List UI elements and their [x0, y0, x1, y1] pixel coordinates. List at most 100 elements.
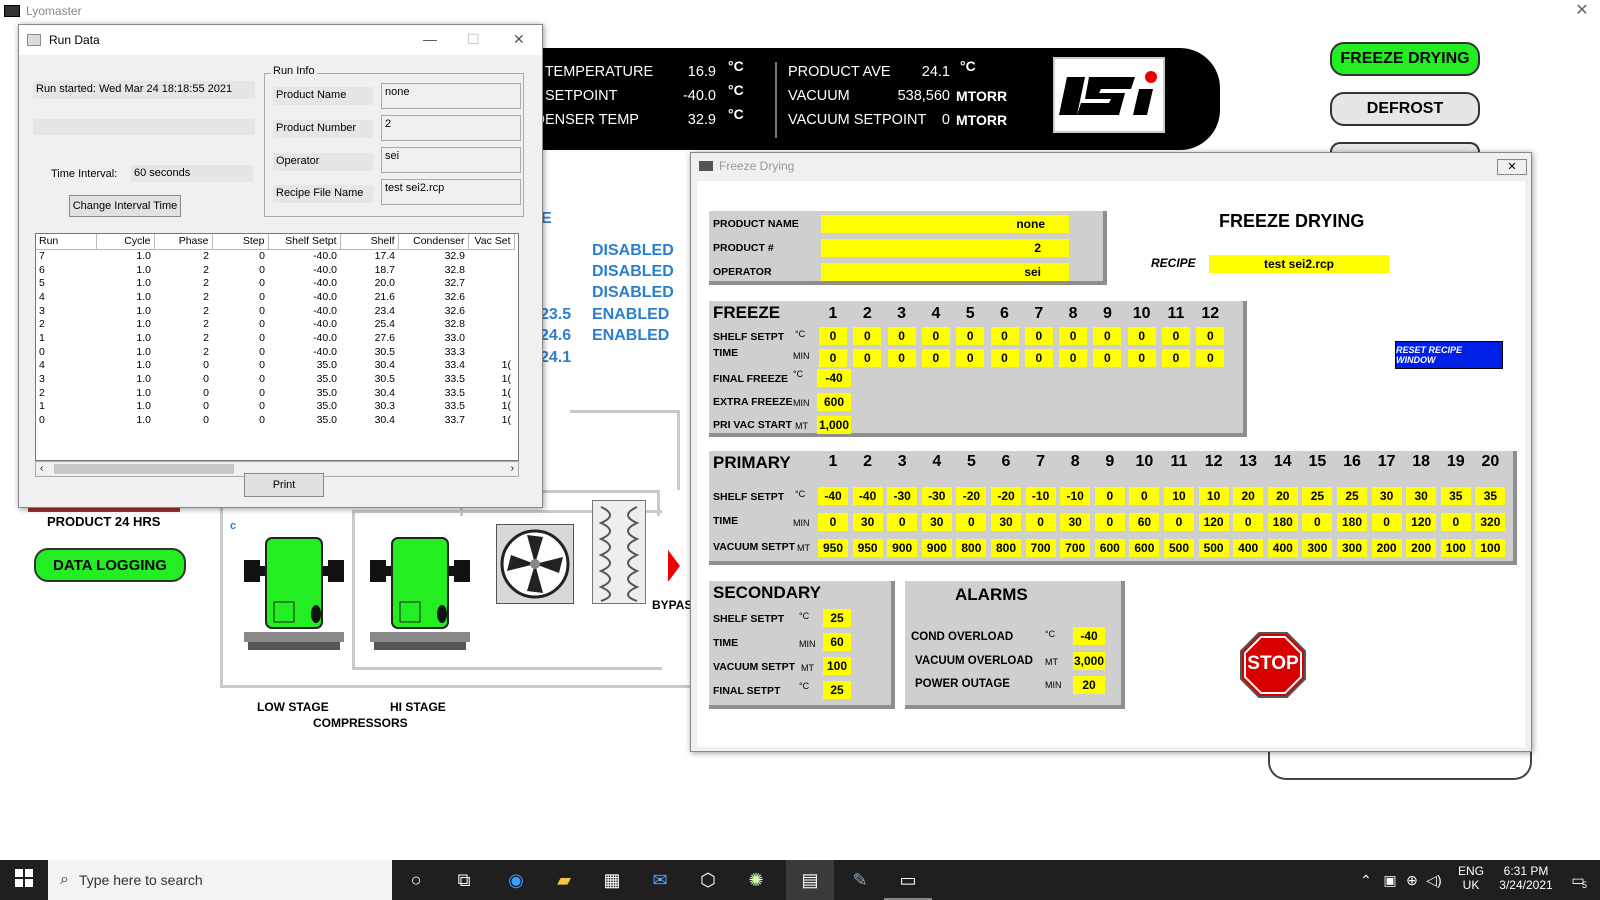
mail-icon[interactable]: ✉ [648, 868, 672, 892]
primary-vac-cell[interactable]: 600 [1094, 539, 1125, 557]
column-header[interactable]: Vac Set [468, 234, 515, 250]
freeze-time-cell[interactable]: 0 [887, 349, 916, 367]
lang-indicator[interactable]: ENG UK [1456, 864, 1486, 892]
vacuum-overload-value[interactable]: 3,000 [1073, 652, 1105, 670]
product-name-value[interactable]: none [821, 215, 1069, 233]
freeze-shelf-cell[interactable]: 0 [1093, 327, 1122, 345]
taskbar-search[interactable]: ⌕ Type here to search [48, 860, 392, 900]
primary-shelf-cell[interactable]: -40 [852, 487, 883, 505]
primary-time-cell[interactable]: 0 [887, 513, 918, 531]
freeze-shelf-cell[interactable]: 0 [1059, 327, 1088, 345]
maximize-icon[interactable]: ☐ [467, 31, 480, 48]
table-row[interactable]: 3 1.0 0 0 35.0 30.5 33.5 1( [36, 372, 514, 386]
primary-shelf-cell[interactable]: -20 [991, 487, 1021, 505]
clock[interactable]: 6:31 PM 3/24/2021 [1486, 864, 1566, 892]
table-row[interactable]: 4 1.0 0 0 35.0 30.4 33.4 1( [36, 359, 514, 373]
primary-time-cell[interactable]: 0 [1440, 513, 1471, 531]
primary-shelf-cell[interactable]: 10 [1198, 487, 1229, 505]
primary-shelf-cell[interactable]: -40 [818, 487, 848, 505]
primary-vac-cell[interactable]: 700 [1060, 539, 1091, 557]
change-interval-button[interactable]: Change Interval Time [69, 195, 181, 217]
cond-overload-value[interactable]: -40 [1073, 627, 1105, 645]
primary-shelf-cell[interactable]: -20 [956, 487, 987, 505]
primary-time-cell[interactable]: 0 [1025, 513, 1056, 531]
table-row[interactable]: 2 1.0 2 0 -40.0 25.4 32.8 [36, 317, 514, 331]
freeze-shelf-cell[interactable]: 0 [1196, 327, 1225, 345]
table-row[interactable]: 3 1.0 2 0 -40.0 23.4 32.6 [36, 304, 514, 318]
primary-time-cell[interactable]: 0 [1302, 513, 1333, 531]
freeze-time-cell[interactable]: 0 [1162, 349, 1190, 367]
primary-time-cell[interactable]: 120 [1198, 513, 1229, 531]
secondary-shelf-value[interactable]: 25 [823, 609, 851, 627]
freeze-time-cell[interactable]: 0 [1059, 349, 1088, 367]
primary-vac-cell[interactable]: 100 [1475, 539, 1506, 557]
product-name-input[interactable]: none [381, 83, 521, 109]
primary-time-cell[interactable]: 120 [1406, 513, 1437, 531]
freeze-shelf-cell[interactable]: 0 [921, 327, 950, 345]
primary-shelf-cell[interactable]: -10 [1025, 487, 1056, 505]
primary-time-cell[interactable]: 180 [1337, 513, 1367, 531]
close-icon[interactable]: ✕ [1497, 159, 1527, 175]
print-button[interactable]: Print [244, 473, 324, 497]
close-icon[interactable]: ✕ [513, 31, 525, 48]
secondary-final-value[interactable]: 25 [823, 681, 851, 699]
column-header[interactable]: Shelf [340, 234, 399, 250]
primary-vac-cell[interactable]: 400 [1233, 539, 1264, 557]
column-header[interactable]: Run [36, 234, 97, 250]
primary-vac-cell[interactable]: 700 [1025, 539, 1056, 557]
operator-value[interactable]: sei [821, 263, 1069, 281]
primary-shelf-cell[interactable]: 0 [1094, 487, 1125, 505]
primary-time-cell[interactable]: 0 [1371, 513, 1402, 531]
primary-shelf-cell[interactable]: 20 [1267, 487, 1298, 505]
final-freeze-value[interactable]: -40 [817, 369, 851, 387]
primary-shelf-cell[interactable]: 30 [1406, 487, 1437, 505]
store-icon[interactable]: ▦ [600, 868, 624, 892]
taskbar-active-app[interactable]: ▤ [786, 860, 834, 900]
freeze-shelf-cell[interactable]: 0 [1024, 327, 1053, 345]
primary-time-cell[interactable]: 30 [921, 513, 952, 531]
freeze-time-cell[interactable]: 0 [1127, 349, 1156, 367]
primary-vac-cell[interactable]: 600 [1129, 539, 1160, 557]
pri-vac-value[interactable]: 1,000 [817, 416, 851, 434]
column-header[interactable]: Shelf Setpt [268, 234, 341, 250]
primary-vac-cell[interactable]: 900 [921, 539, 952, 557]
primary-shelf-cell[interactable]: 20 [1233, 487, 1264, 505]
lyomaster-app[interactable]: ▭ [884, 860, 932, 900]
primary-vac-cell[interactable]: 500 [1198, 539, 1229, 557]
package-icon[interactable]: ⬡ [696, 868, 720, 892]
primary-vac-cell[interactable]: 900 [887, 539, 918, 557]
scroll-right-icon[interactable]: › [511, 463, 514, 474]
primary-vac-cell[interactable]: 100 [1440, 539, 1471, 557]
freeze-time-cell[interactable]: 0 [1196, 349, 1225, 367]
primary-vac-cell[interactable]: 800 [956, 539, 987, 557]
freeze-time-cell[interactable]: 0 [1024, 349, 1053, 367]
freeze-shelf-cell[interactable]: 0 [819, 327, 847, 345]
primary-vac-cell[interactable]: 300 [1337, 539, 1367, 557]
recipe-file-input[interactable]: test sei2.rcp [381, 179, 521, 205]
meet-icon[interactable]: ▣ [1378, 868, 1402, 892]
secondary-time-value[interactable]: 60 [823, 633, 851, 651]
freeze-drying-button[interactable]: FREEZE DRYING [1330, 42, 1480, 76]
primary-shelf-cell[interactable]: 25 [1302, 487, 1333, 505]
recipe-value[interactable]: test sei2.rcp [1209, 255, 1389, 273]
freeze-shelf-cell[interactable]: 0 [990, 327, 1019, 345]
primary-vac-cell[interactable]: 800 [991, 539, 1021, 557]
chevron-up-icon[interactable]: ⌃ [1354, 868, 1378, 892]
volume-icon[interactable]: ◁) [1422, 868, 1446, 892]
table-row[interactable]: 1 1.0 2 0 -40.0 27.6 33.0 [36, 331, 514, 345]
primary-vac-cell[interactable]: 200 [1371, 539, 1402, 557]
primary-time-cell[interactable]: 320 [1475, 513, 1506, 531]
primary-shelf-cell[interactable]: -30 [887, 487, 918, 505]
table-row[interactable]: 0 1.0 2 0 -40.0 30.5 33.3 [36, 345, 514, 359]
freeze-shelf-cell[interactable]: 0 [853, 327, 882, 345]
freeze-shelf-cell[interactable]: 0 [1127, 327, 1156, 345]
primary-time-cell[interactable]: 0 [956, 513, 987, 531]
primary-time-cell[interactable]: 0 [1164, 513, 1194, 531]
freeze-time-cell[interactable]: 0 [1093, 349, 1122, 367]
freeze-time-cell[interactable]: 0 [819, 349, 847, 367]
defrost-button[interactable]: DEFROST [1330, 92, 1480, 126]
primary-time-cell[interactable]: 60 [1129, 513, 1160, 531]
primary-shelf-cell[interactable]: 25 [1337, 487, 1367, 505]
primary-shelf-cell[interactable]: -30 [921, 487, 952, 505]
freeze-time-cell[interactable]: 0 [990, 349, 1019, 367]
